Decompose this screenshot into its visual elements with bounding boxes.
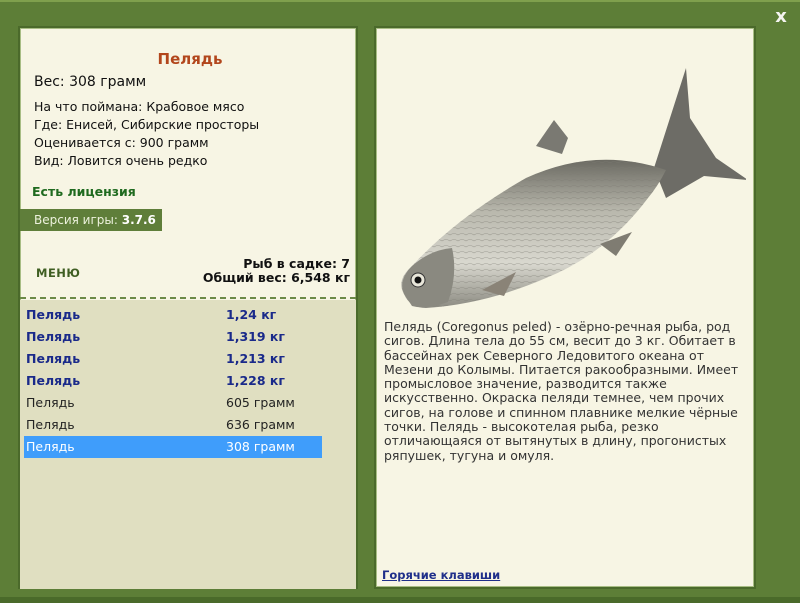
divider (20, 297, 356, 299)
catch-weight: 1,228 кг (226, 373, 285, 388)
license-status: Есть лицензия (32, 184, 136, 199)
valued-from-line: Оценивается с: 900 грамм (34, 135, 209, 150)
catch-row[interactable]: Пелядь 1,319 кг (24, 326, 322, 348)
caught-on-line: На что поймана: Крабовое мясо (34, 99, 245, 114)
keepnet-summary: Рыб в садке: 7 Общий вес: 6,548 кг (203, 257, 350, 285)
bottom-strip (0, 597, 800, 603)
keepnet-count: Рыб в садке: 7 (243, 256, 350, 271)
version-number: 3.7.6 (121, 213, 156, 227)
fish-title: Пелядь (157, 50, 223, 68)
fish-details: На что поймана: Крабовое мясо Где: Енисе… (34, 98, 259, 170)
catch-name: Пелядь (26, 351, 81, 366)
game-window: x Пелядь Вес: 308 грамм На что поймана: … (0, 0, 800, 603)
catch-row[interactable]: Пелядь 1,213 кг (24, 348, 322, 370)
catch-name: Пелядь (26, 307, 81, 322)
catch-name: Пелядь (26, 439, 75, 454)
catch-name: Пелядь (26, 417, 75, 432)
catch-row[interactable]: Пелядь 605 грамм (24, 392, 322, 414)
fish-illustration (401, 68, 746, 308)
hotkeys-link[interactable]: Горячие клавиши (382, 568, 500, 582)
fish-description-panel: Пелядь (Coregonus peled) - озёрно-речная… (374, 26, 756, 589)
catch-weight: 1,319 кг (226, 329, 285, 344)
catch-name: Пелядь (26, 373, 81, 388)
fish-weight: Вес: 308 грамм (34, 74, 147, 90)
catch-list[interactable]: Пелядь 1,24 кг Пелядь 1,319 кг Пелядь 1,… (20, 300, 356, 589)
catch-row[interactable]: Пелядь 636 грамм (24, 414, 322, 436)
rarity-line: Вид: Ловится очень редко (34, 153, 208, 168)
catch-row[interactable]: Пелядь 1,228 кг (24, 370, 322, 392)
catch-weight: 308 грамм (226, 439, 295, 454)
location-line: Где: Енисей, Сибирские просторы (34, 117, 260, 132)
catch-weight: 1,213 кг (226, 351, 285, 366)
fish-description: Пелядь (Coregonus peled) - озёрно-речная… (384, 319, 739, 463)
catch-row[interactable]: Пелядь 1,24 кг (24, 304, 322, 326)
catch-row-selected[interactable]: Пелядь 308 грамм (24, 436, 322, 458)
fish-info-panel: Пелядь Вес: 308 грамм На что поймана: Кр… (18, 26, 358, 589)
catch-weight: 1,24 кг (226, 307, 277, 322)
menu-button[interactable]: МЕНЮ (36, 266, 80, 280)
close-button[interactable]: x (770, 6, 792, 28)
catch-weight: 605 грамм (226, 395, 295, 410)
catch-name: Пелядь (26, 395, 75, 410)
version-bar: Версия игры: 3.7.6 (20, 209, 162, 231)
keepnet-total-weight: Общий вес: 6,548 кг (202, 270, 350, 285)
version-label: Версия игры: (34, 213, 118, 227)
catch-name: Пелядь (26, 329, 81, 344)
catch-weight: 636 грамм (226, 417, 295, 432)
